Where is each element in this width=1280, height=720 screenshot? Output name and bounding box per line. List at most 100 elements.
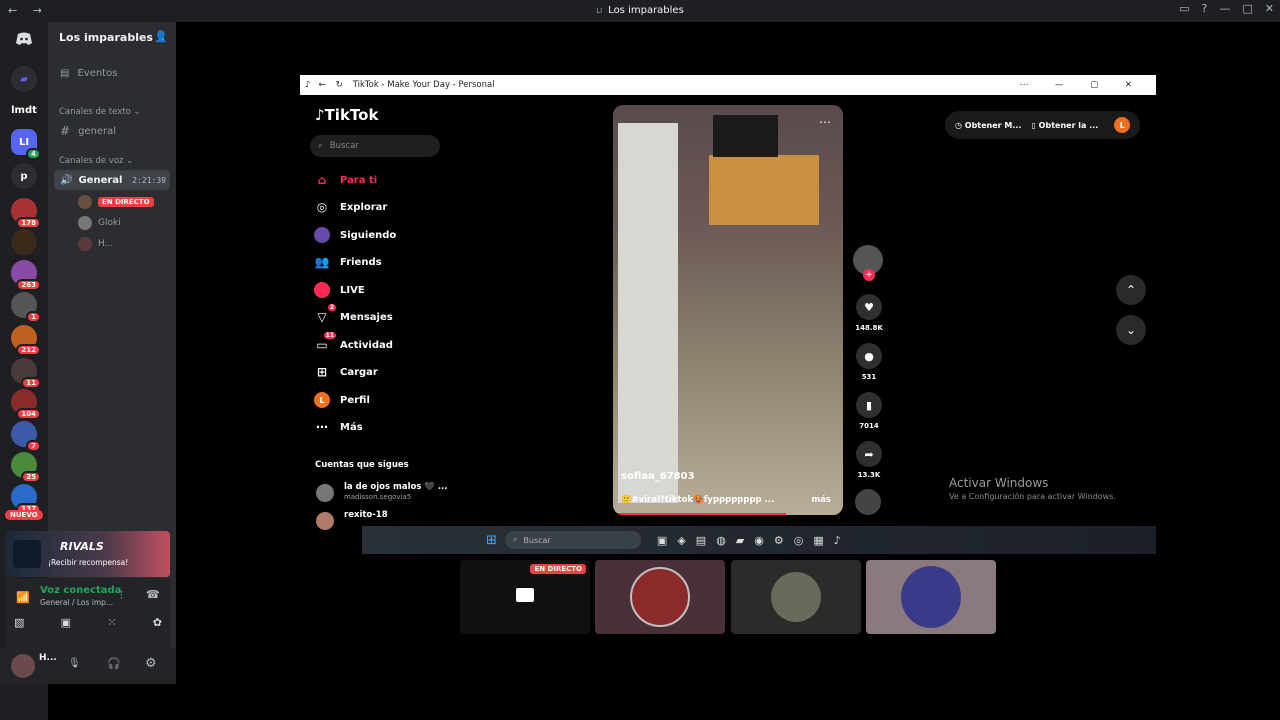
share-screen-icon[interactable]: ▣	[61, 616, 71, 629]
soundboard-icon[interactable]: ✿	[153, 616, 162, 629]
menu-perfil[interactable]: L Perfil	[314, 390, 370, 410]
headphones-icon[interactable]: 🎧	[107, 657, 121, 670]
activation-watermark-title: Activar Windows	[949, 476, 1049, 490]
new-badge: NUEVO	[5, 510, 43, 520]
voice-user-streaming[interactable]: EN DIRECTO	[78, 194, 154, 210]
video-options-icon[interactable]: ⋯	[819, 115, 831, 129]
creator-avatar[interactable]: +	[853, 245, 883, 281]
help-icon[interactable]: ?	[1202, 2, 1208, 15]
server-icon[interactable]	[11, 229, 37, 255]
music-disc-icon[interactable]	[855, 489, 881, 515]
get-mobile-app-button[interactable]: ▯ Obtener la ...	[1031, 121, 1098, 130]
minimize-button[interactable]: —	[1219, 2, 1230, 15]
server-icon[interactable]: 178	[11, 198, 41, 229]
chevron-down-icon[interactable]: ⌄	[1116, 315, 1146, 345]
like-button[interactable]: ♥ 148.8K	[854, 294, 884, 332]
avatar	[630, 567, 690, 627]
save-button[interactable]: ▮ 7014	[854, 392, 884, 430]
menu-explorar[interactable]: ◎ Explorar	[314, 197, 388, 217]
caption-more-link[interactable]: más	[811, 495, 831, 505]
avatar	[78, 195, 92, 209]
gear-icon[interactable]: ⚙	[145, 656, 157, 671]
menu-siguiendo[interactable]: Siguiendo	[314, 225, 396, 245]
participant-tile[interactable]	[866, 560, 996, 634]
voice-channel-general[interactable]: 🔊 General 2:21:39	[54, 170, 170, 190]
file-explorer-icon[interactable]: ▰	[736, 534, 744, 547]
video-progress[interactable]	[613, 513, 786, 515]
add-user-icon[interactable]: 👤	[154, 30, 168, 43]
server-name[interactable]: Los imparables ⌄	[59, 31, 166, 44]
server-icon[interactable]: 137	[11, 484, 41, 515]
avatar	[316, 512, 334, 530]
get-desktop-app-button[interactable]: ◷ Obtener M...	[955, 121, 1021, 130]
participant-tile[interactable]	[731, 560, 861, 634]
tiktok-icon[interactable]: ♪	[834, 534, 841, 547]
calendar-icon: ▤	[60, 67, 70, 79]
profile-icon: L	[314, 392, 330, 408]
browser-controls[interactable]: ⋯ — ▢ ✕	[1020, 80, 1144, 90]
taskbar-search[interactable]: ⌕ Buscar	[504, 531, 641, 549]
server-icon[interactable]: 212	[11, 325, 41, 356]
server-icon[interactable]: 25	[11, 452, 41, 483]
game-icon[interactable]: ▦	[813, 534, 823, 547]
discord-icon[interactable]: ◉	[754, 534, 764, 547]
server-icon[interactable]: 7	[11, 421, 41, 452]
text-category[interactable]: Canales de texto ⌄	[59, 107, 141, 117]
follow-plus-icon[interactable]: +	[863, 269, 875, 281]
avatar[interactable]	[11, 654, 35, 678]
microphone-icon[interactable]: 🎙	[68, 658, 81, 669]
share-button[interactable]: ➦ 13.3K	[854, 441, 884, 479]
store-icon[interactable]: ▤	[696, 534, 706, 547]
live-icon	[314, 282, 330, 298]
comment-button[interactable]: ● 531	[854, 343, 884, 381]
stream-preview-tile[interactable]: EN DIRECTO	[460, 560, 590, 634]
server-icon[interactable]: 1	[11, 292, 41, 323]
menu-cargar[interactable]: ⊞ Cargar	[314, 362, 378, 382]
server-icon[interactable]: 263	[11, 260, 41, 291]
windows-start-icon[interactable]: ⊞	[486, 533, 497, 548]
disconnect-icon[interactable]: ☎	[146, 588, 160, 601]
voice-category[interactable]: Canales de voz ⌄	[59, 156, 133, 166]
task-view-icon[interactable]: ▣	[657, 534, 667, 547]
settings-icon[interactable]: ⚙	[774, 534, 784, 547]
voice-user[interactable]: H...	[78, 236, 113, 252]
menu-actividad[interactable]: ▭ 11 Actividad	[314, 332, 393, 355]
steam-icon[interactable]: ◎	[794, 534, 804, 547]
server-icon[interactable]: 11	[11, 358, 41, 389]
video-player[interactable]: ⋯ sofiaa_67803 🙂#viral?tiktok🥵fypppppppp…	[613, 105, 843, 515]
server-li[interactable]: LI 4	[11, 129, 41, 160]
tiktok-logo[interactable]: ♪TikTok	[315, 106, 378, 124]
edge-icon[interactable]: ◍	[716, 534, 726, 547]
menu-mas[interactable]: ⋯ Más	[314, 417, 363, 437]
server-lmdt[interactable]: lmdt	[11, 97, 37, 123]
participant-tile[interactable]	[595, 560, 725, 634]
channel-general-text[interactable]: # general	[54, 121, 116, 141]
copilot-icon[interactable]: ◈	[677, 534, 685, 547]
maximize-button[interactable]: □	[1242, 2, 1252, 15]
voice-user[interactable]: Gloki	[78, 215, 121, 231]
menu-para-ti[interactable]: ⌂ Para ti	[314, 170, 377, 190]
video-username[interactable]: sofiaa_67803	[621, 471, 695, 482]
avatar	[78, 237, 92, 251]
rivals-promo[interactable]: RIVALS ¡Recibir recompensa!	[6, 531, 170, 577]
taskbar-apps[interactable]: ▣ ◈ ▤ ◍ ▰ ◉ ⚙ ◎ ▦ ♪	[657, 534, 841, 547]
profile-icon[interactable]: L	[1114, 117, 1131, 133]
search-input[interactable]: ⌕ Buscar	[310, 135, 440, 157]
avatar	[771, 572, 821, 622]
noise-suppression-icon[interactable]: ⫶	[120, 589, 123, 603]
close-button[interactable]: ✕	[1265, 2, 1274, 15]
chevron-up-icon[interactable]: ⌃	[1116, 275, 1146, 305]
server-p[interactable]: p	[11, 163, 37, 189]
menu-live[interactable]: LIVE	[314, 280, 365, 300]
menu-friends[interactable]: 👥 Friends	[314, 252, 382, 272]
camera-off-icon[interactable]: ▧	[14, 616, 24, 629]
inbox-icon[interactable]: ▭	[1179, 2, 1189, 15]
back-icon[interactable]: ←	[318, 80, 325, 90]
folder-icon[interactable]: ▰	[11, 66, 37, 92]
server-icon[interactable]: 104	[11, 389, 41, 420]
discord-home-icon[interactable]	[11, 26, 37, 52]
activities-icon[interactable]: ⁙	[107, 616, 116, 629]
events-item[interactable]: ▤ Eventos	[54, 63, 117, 83]
refresh-icon[interactable]: ↻	[336, 80, 343, 90]
menu-mensajes[interactable]: ▽ 2 Mensajes	[314, 304, 393, 327]
